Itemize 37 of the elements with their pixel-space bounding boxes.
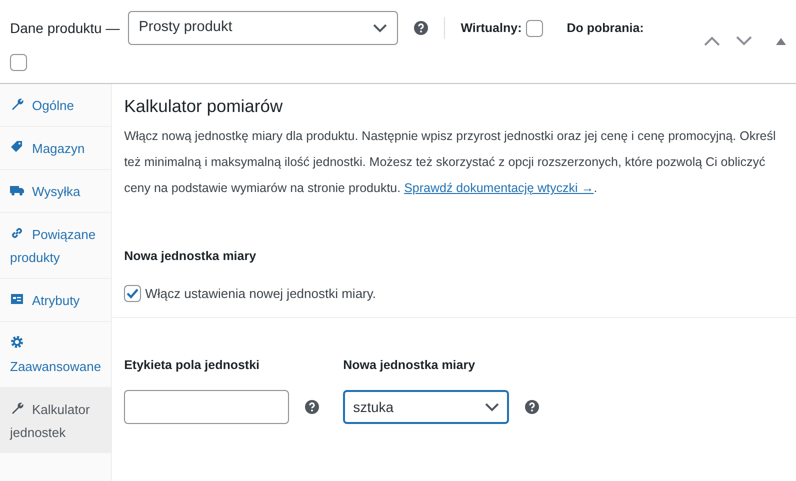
help-icon bbox=[525, 400, 540, 414]
move-down-icon[interactable] bbox=[736, 36, 752, 46]
help-icon bbox=[414, 21, 428, 35]
collapse-icon[interactable] bbox=[776, 38, 786, 44]
field-label: Etykieta pola jednostki bbox=[124, 357, 261, 374]
sidebar-tab[interactable]: Ogólne bbox=[0, 84, 112, 127]
field-label: Nowa jednostka miary bbox=[343, 357, 476, 374]
chevron-down-icon bbox=[372, 24, 387, 32]
help-icon bbox=[305, 400, 320, 414]
tag-icon bbox=[10, 140, 24, 154]
enable-label: Włącz ustawienia nowej jednostki miary. bbox=[145, 284, 376, 303]
sidebar-tab[interactable]: Powiązane produkty bbox=[0, 213, 112, 279]
chevron-down-icon bbox=[485, 402, 500, 412]
virtual-label: Wirtualny: bbox=[460, 20, 522, 37]
sidebar-tab[interactable]: Magazyn bbox=[0, 127, 112, 170]
wrench-icon bbox=[10, 401, 24, 415]
enable-checkbox[interactable] bbox=[124, 285, 142, 302]
product-type-select[interactable]: Prosty produkt bbox=[128, 11, 398, 45]
description-text: Włącz nową jednostkę miary dla produktu. Następnie wpisz przyrost jednostki oraz jej cenę i cenę promocyjną. Określ też minimalną i maksymalną ilość jednostki. Możesz też skorzystać z opcji rozszerzonych, które pozwolą Ci obliczyć ceny na podstawie wymiarów na stronie produktu. Sprawdź dokumentację wtyczki →. bbox=[124, 128, 777, 197]
input-field[interactable] bbox=[124, 390, 290, 424]
link-icon bbox=[10, 226, 24, 240]
virtual-checkbox[interactable] bbox=[526, 20, 543, 36]
wrench-icon bbox=[10, 97, 24, 111]
sidebar-tab[interactable]: Atrybuty bbox=[0, 279, 112, 322]
downloadable-checkbox[interactable] bbox=[10, 54, 27, 71]
panel-title: Dane produktu — bbox=[10, 18, 120, 38]
unit-select[interactable]: sztuka bbox=[343, 390, 510, 424]
truck-icon bbox=[10, 183, 24, 197]
downloadable-label: Do pobrania: bbox=[566, 20, 644, 37]
list-icon bbox=[10, 292, 24, 306]
gear-icon bbox=[10, 335, 24, 349]
section-heading: Kalkulator pomiarów bbox=[124, 96, 284, 117]
move-up-icon[interactable] bbox=[704, 36, 720, 46]
documentation-link[interactable]: Sprawdź dokumentację wtyczki → bbox=[404, 181, 594, 195]
section-label: Nowa jednostka miary bbox=[124, 248, 258, 265]
sidebar-tab[interactable]: Kalkulator jednostek bbox=[0, 388, 112, 453]
sidebar-tab[interactable]: Wysyłka bbox=[0, 170, 112, 213]
